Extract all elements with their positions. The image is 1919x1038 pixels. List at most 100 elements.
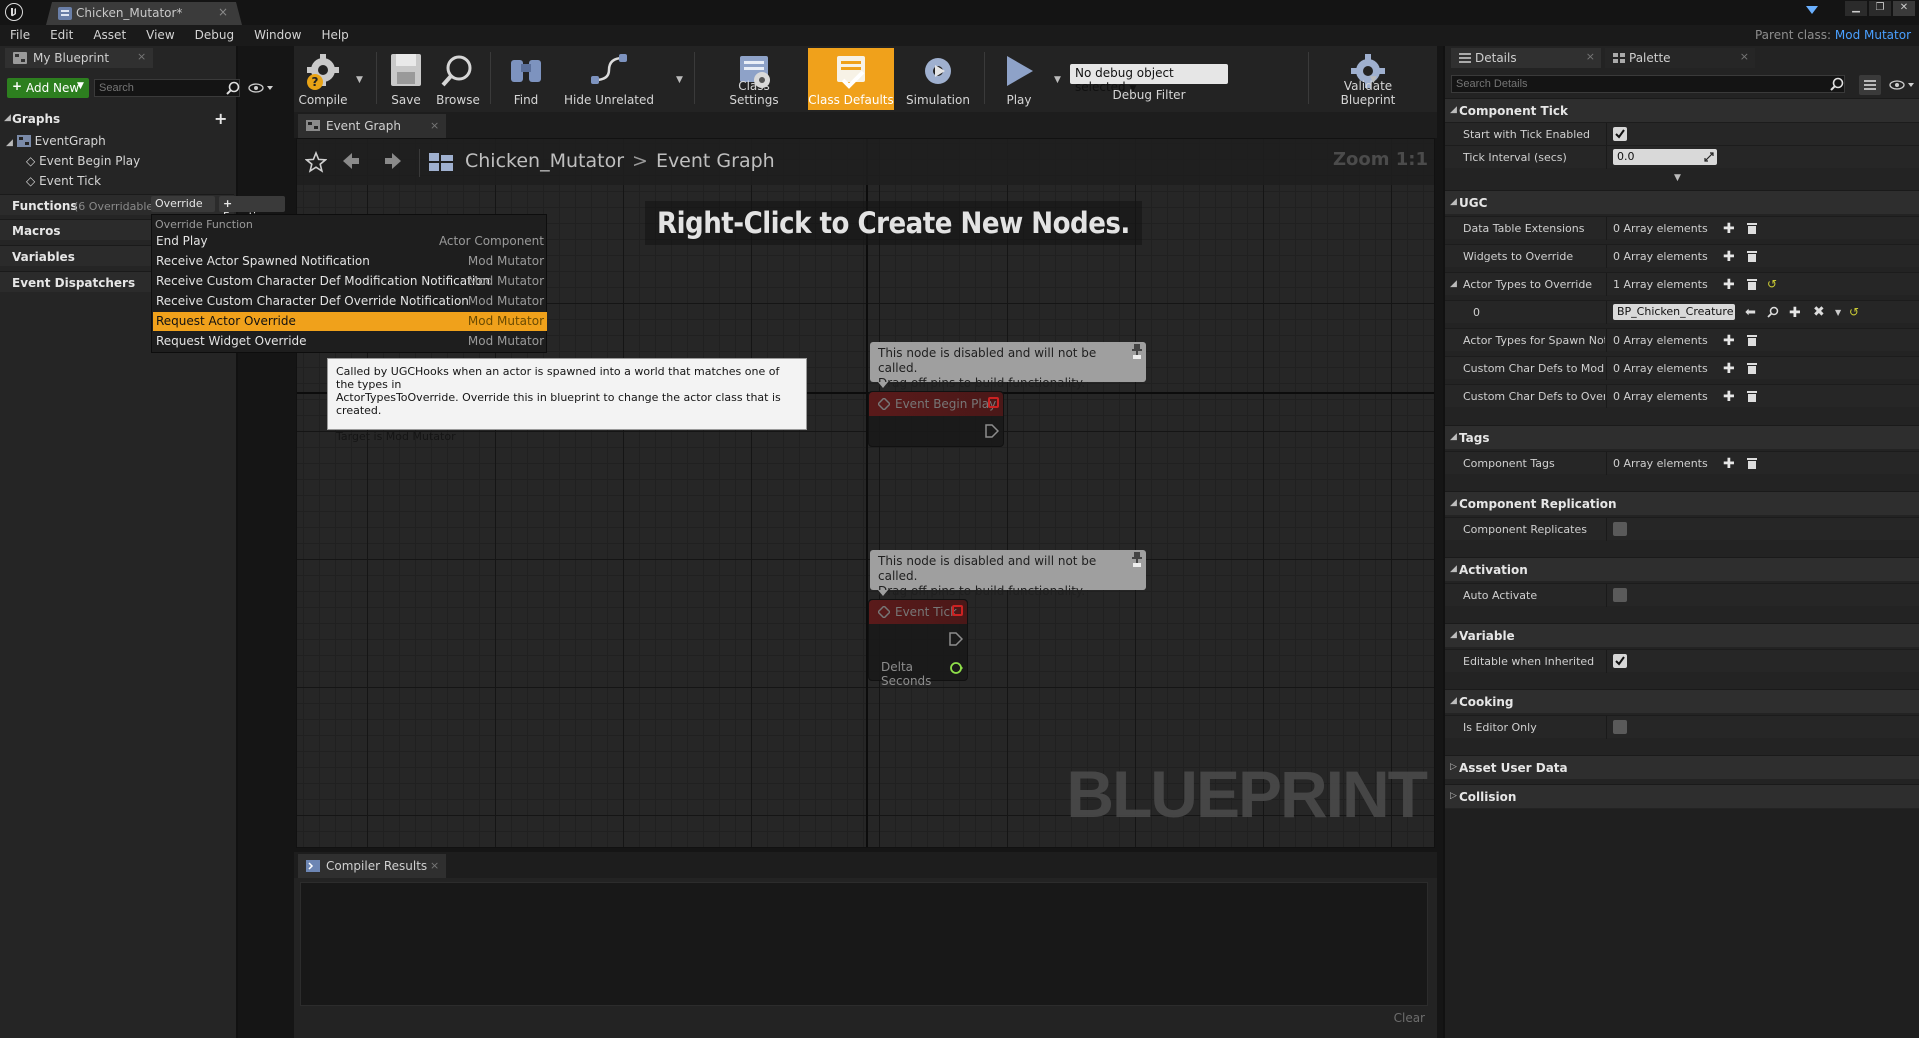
close-tab-icon[interactable]: × — [430, 859, 439, 872]
start-tick-checkbox[interactable] — [1613, 127, 1627, 141]
menu-asset[interactable]: Asset — [83, 28, 136, 42]
add-element-icon[interactable]: ✚ — [1723, 277, 1735, 293]
exec-output-pin-icon[interactable] — [985, 424, 999, 438]
add-element-icon[interactable]: ✚ — [1723, 333, 1735, 349]
breadcrumb-blueprint[interactable]: Chicken_Mutator — [465, 150, 624, 172]
tab-palette[interactable]: Palette × — [1605, 48, 1755, 68]
category-cooking[interactable]: ◢ Cooking — [1445, 689, 1919, 713]
pin-icon[interactable] — [1132, 552, 1142, 568]
search-icon[interactable] — [1830, 77, 1844, 91]
close-tab-icon[interactable]: × — [137, 50, 146, 63]
category-variable[interactable]: ◢ Variable — [1445, 623, 1919, 647]
search-icon[interactable] — [226, 81, 240, 95]
menu-edit[interactable]: Edit — [40, 28, 83, 42]
menu-item-receive-actor-spawned[interactable]: Receive Actor Spawned Notification Mod Mu… — [153, 252, 547, 271]
component-replicates-checkbox[interactable] — [1613, 522, 1627, 536]
trash-icon[interactable] — [1747, 278, 1757, 290]
menu-file[interactable]: File — [0, 28, 40, 42]
add-element-icon[interactable]: ✚ — [1723, 389, 1735, 405]
hide-unrelated-chevron-icon[interactable]: ▼ — [676, 75, 683, 85]
override-function-button[interactable]: Override ▼ — [151, 196, 215, 222]
close-tab-icon[interactable]: × — [1586, 50, 1595, 63]
spin-drag-icon[interactable] — [1704, 152, 1714, 162]
validate-blueprint-button[interactable]: Validate Blueprint — [1316, 48, 1420, 110]
menu-item-request-actor-override[interactable]: Request Actor Override Mod Mutator — [153, 312, 547, 331]
menu-view[interactable]: View — [136, 28, 184, 42]
search-details-input[interactable] — [1451, 75, 1845, 93]
delegate-pin-icon[interactable] — [952, 605, 963, 616]
class-settings-button[interactable]: Class Settings — [712, 48, 796, 110]
element-options-chevron-icon[interactable]: ▼ — [1835, 308, 1841, 317]
add-new-button[interactable]: + Add New ▼ — [7, 78, 89, 98]
delegate-pin-icon[interactable] — [988, 397, 999, 408]
event-tick-node[interactable]: Event Tick Delta Seconds — [868, 599, 968, 688]
compile-options-chevron-icon[interactable]: ▼ — [356, 75, 363, 85]
browse-button[interactable]: Browse — [432, 48, 484, 110]
add-graph-icon[interactable]: + — [214, 109, 227, 128]
browse-asset-icon[interactable] — [1767, 306, 1779, 318]
menu-help[interactable]: Help — [311, 28, 358, 42]
validate-options-chevron-icon[interactable]: ▼ — [1370, 75, 1377, 85]
auto-activate-checkbox[interactable] — [1613, 588, 1627, 602]
menu-item-receive-char-def-override[interactable]: Receive Custom Character Def Override No… — [153, 292, 547, 311]
save-button[interactable]: Save — [382, 48, 430, 110]
trash-icon[interactable] — [1747, 222, 1757, 234]
pin-icon[interactable] — [1132, 344, 1142, 360]
close-tab-icon[interactable]: × — [1740, 50, 1749, 63]
category-ugc[interactable]: ◢ UGC — [1445, 190, 1919, 214]
tab-compiler-results[interactable]: Compiler Results × — [298, 854, 446, 878]
simulation-button[interactable]: Simulation — [900, 48, 976, 110]
category-tags[interactable]: ◢ Tags — [1445, 425, 1919, 449]
add-function-button[interactable]: + Function — [219, 196, 285, 223]
add-element-icon[interactable]: ✚ — [1723, 456, 1735, 472]
category-asset-user-data[interactable]: ▷ Asset User Data — [1445, 755, 1919, 779]
hide-unrelated-button[interactable]: Hide Unrelated — [564, 48, 654, 110]
tree-item-event-tick[interactable]: ◇ Event Tick — [26, 174, 101, 188]
play-button[interactable]: Play — [992, 48, 1046, 110]
notification-icon[interactable] — [1805, 4, 1819, 16]
play-options-chevron-icon[interactable]: ▼ — [1054, 75, 1061, 85]
unreal-logo-icon[interactable] — [5, 3, 23, 21]
tree-item-eventgraph[interactable]: ◢ EventGraph — [6, 134, 106, 148]
collapse-arrow-icon[interactable]: ◢ — [1450, 279, 1457, 289]
is-editor-only-checkbox[interactable] — [1613, 720, 1627, 734]
actor-class-combo[interactable]: BP_Chicken_Creature ▼ — [1613, 304, 1735, 320]
visibility-eye-icon[interactable] — [1889, 80, 1915, 90]
menu-item-receive-char-def-modification[interactable]: Receive Custom Character Def Modificatio… — [153, 272, 547, 291]
exec-output-pin-icon[interactable] — [949, 632, 963, 646]
close-tab-icon[interactable]: × — [430, 119, 439, 132]
event-begin-play-node[interactable]: Event Begin Play — [868, 391, 1004, 447]
clear-element-icon[interactable]: ✖ — [1813, 304, 1825, 320]
tick-interval-input[interactable]: 0.0 — [1613, 149, 1717, 165]
show-advanced-chevron-icon[interactable]: ▼ — [1674, 173, 1681, 183]
menu-window[interactable]: Window — [244, 28, 311, 42]
float-pin-icon[interactable] — [949, 661, 963, 675]
use-selected-arrow-icon[interactable]: ⬅ — [1745, 305, 1756, 320]
category-activation[interactable]: ◢ Activation — [1445, 557, 1919, 581]
compile-button[interactable]: ? Compile — [294, 48, 352, 110]
search-input[interactable] — [94, 79, 240, 97]
favorite-star-icon[interactable] — [305, 151, 327, 173]
graphs-section-header[interactable]: ◢ Graphs + — [0, 108, 234, 129]
maximize-icon[interactable]: ❐ — [1869, 1, 1891, 16]
trash-icon[interactable] — [1747, 250, 1757, 262]
close-window-icon[interactable]: ✕ — [1893, 1, 1915, 16]
tree-item-event-begin-play[interactable]: ◇ Event Begin Play — [26, 154, 140, 168]
my-blueprint-tab[interactable]: My Blueprint × — [5, 48, 153, 68]
clear-button[interactable]: Clear — [1394, 1011, 1425, 1025]
menu-debug[interactable]: Debug — [185, 28, 244, 42]
document-tab[interactable]: Chicken_Mutator* × — [46, 2, 242, 25]
trash-icon[interactable] — [1747, 457, 1757, 469]
tab-event-graph[interactable]: Event Graph × — [298, 114, 446, 138]
editable-inherited-checkbox[interactable] — [1613, 654, 1627, 668]
debug-object-select[interactable]: No debug object selected ▼ — [1070, 64, 1228, 94]
trash-icon[interactable] — [1747, 390, 1757, 402]
breadcrumb-graph[interactable]: Event Graph — [656, 150, 775, 172]
find-button[interactable]: Find — [504, 48, 548, 110]
tab-details[interactable]: Details × — [1451, 48, 1601, 68]
trash-icon[interactable] — [1747, 362, 1757, 374]
close-tab-icon[interactable]: × — [218, 5, 228, 19]
category-component-tick[interactable]: ◢ Component Tick — [1445, 98, 1919, 122]
reset-to-default-icon[interactable]: ↺ — [1767, 277, 1777, 291]
property-matrix-icon[interactable] — [1859, 75, 1881, 95]
